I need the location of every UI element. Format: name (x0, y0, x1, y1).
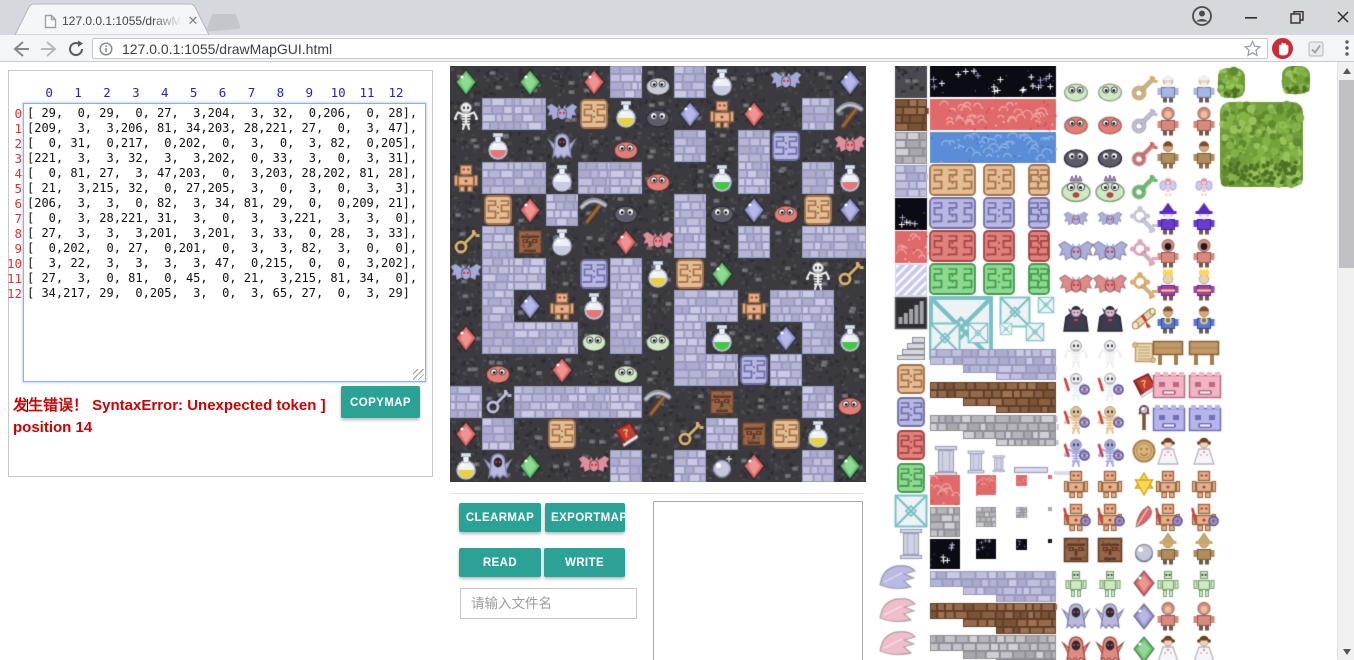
page-scrollbar[interactable] (1337, 62, 1354, 660)
tileset-canvas[interactable] (876, 66, 1312, 660)
scrollbar-up-icon[interactable] (1338, 62, 1354, 79)
read-button[interactable]: READ (459, 548, 541, 577)
tab-strip: 127.0.0.1:1055/drawMa ✕ (0, 0, 1354, 35)
clearmap-button[interactable]: CLEARMAP (459, 503, 541, 532)
filename-input[interactable] (460, 588, 637, 619)
matrix-panel: 0123456789101112 0123456789101112 发生错误！ … (8, 70, 433, 477)
back-button[interactable] (10, 39, 32, 59)
restore-button[interactable] (1284, 4, 1310, 30)
scrollbar-down-icon[interactable] (1338, 643, 1354, 660)
url-text[interactable]: 127.0.0.1:1055/drawMapGUI.html (122, 41, 332, 57)
bookmark-star-icon[interactable] (1244, 40, 1266, 60)
minimize-button[interactable] (1238, 4, 1264, 30)
forward-button[interactable] (38, 39, 60, 59)
close-window-button[interactable] (1330, 4, 1354, 30)
new-tab-button[interactable] (203, 13, 243, 37)
copymap-button[interactable]: COPYMAP (341, 386, 420, 418)
divider-line (450, 493, 864, 494)
browser-window: 127.0.0.1:1055/drawMa ✕ 127.0.0.1:1055 (0, 0, 1354, 660)
write-button[interactable]: WRITE (544, 548, 625, 577)
refresh-button[interactable] (66, 39, 88, 59)
menu-dots-icon[interactable] (1340, 39, 1354, 59)
scrollbar-thumb[interactable] (1339, 80, 1354, 268)
tab-close-icon[interactable]: ✕ (186, 14, 200, 28)
page-favicon-icon (44, 14, 57, 34)
preview-box (653, 501, 863, 660)
exportmap-button[interactable]: EXPORTMAP (545, 503, 625, 532)
extension-check-icon[interactable] (1308, 41, 1330, 61)
page-info-icon[interactable] (99, 42, 121, 62)
error-message: 发生错误！ SyntaxError: Unexpected token ] po… (13, 395, 343, 439)
map-canvas[interactable] (450, 66, 866, 482)
extension-hand-icon[interactable] (1271, 37, 1293, 57)
profile-icon[interactable] (1190, 4, 1214, 33)
browser-tab[interactable]: 127.0.0.1:1055/drawMa ✕ (14, 3, 210, 35)
map-matrix-textarea[interactable] (23, 103, 426, 382)
page-content: 0123456789101112 0123456789101112 发生错误！ … (0, 62, 1354, 660)
